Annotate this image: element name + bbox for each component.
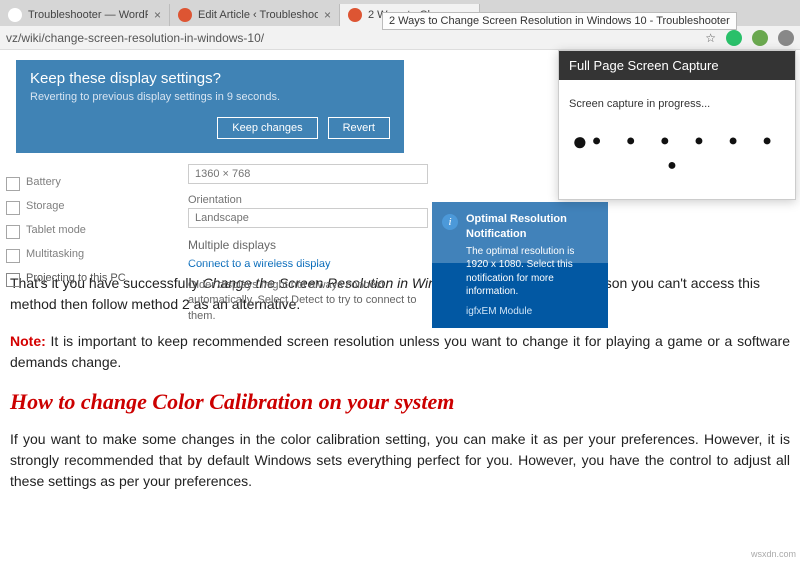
popup-title: Full Page Screen Capture [559,51,795,80]
heading-color-calibration: How to change Color Calibration on your … [10,389,790,415]
extension-icon-green[interactable] [726,30,742,46]
tab-tooltip: 2 Ways to Change Screen Resolution in Wi… [382,12,737,30]
paragraph-calibration: If you want to make some changes in the … [10,429,790,492]
toolbar-icons: ☆ [705,30,794,46]
tab-1[interactable]: Troubleshooter — WordP × [0,4,170,26]
older-displays-hint: Older displays might not always connect … [188,278,428,324]
close-icon[interactable]: × [324,8,331,22]
screen-capture-popup: Full Page Screen Capture Screen capture … [558,50,796,200]
tab-title: Troubleshooter — WordP [28,9,148,21]
favicon-3 [348,8,362,22]
close-icon[interactable]: × [154,8,161,22]
progress-dots: ●● ● ● ● ● ● ● [569,126,785,175]
favicon-2 [178,8,192,22]
url-text[interactable]: vz/wiki/change-screen-resolution-in-wind… [6,31,705,45]
popup-status: Screen capture in progress... [569,98,785,110]
watermark: wsxdn.com [751,549,796,559]
paragraph-note: Note: It is important to keep recommende… [10,331,790,373]
favicon-1 [8,8,22,22]
note-label: Note: [10,333,46,349]
article-screenshot: Keep these display settings? Reverting t… [0,50,608,263]
tab-2[interactable]: Edit Article ‹ Troubleshooter — W × [170,4,340,26]
notification-module: igfxEM Module [466,305,598,319]
sidebar-item-projecting[interactable]: Projecting to this PC [0,266,176,290]
star-icon[interactable]: ☆ [705,31,716,45]
dimmer-overlay [0,50,608,263]
tab-title: Edit Article ‹ Troubleshooter — W [198,9,318,21]
extension-icon-leaf[interactable] [752,30,768,46]
camera-icon[interactable] [778,30,794,46]
